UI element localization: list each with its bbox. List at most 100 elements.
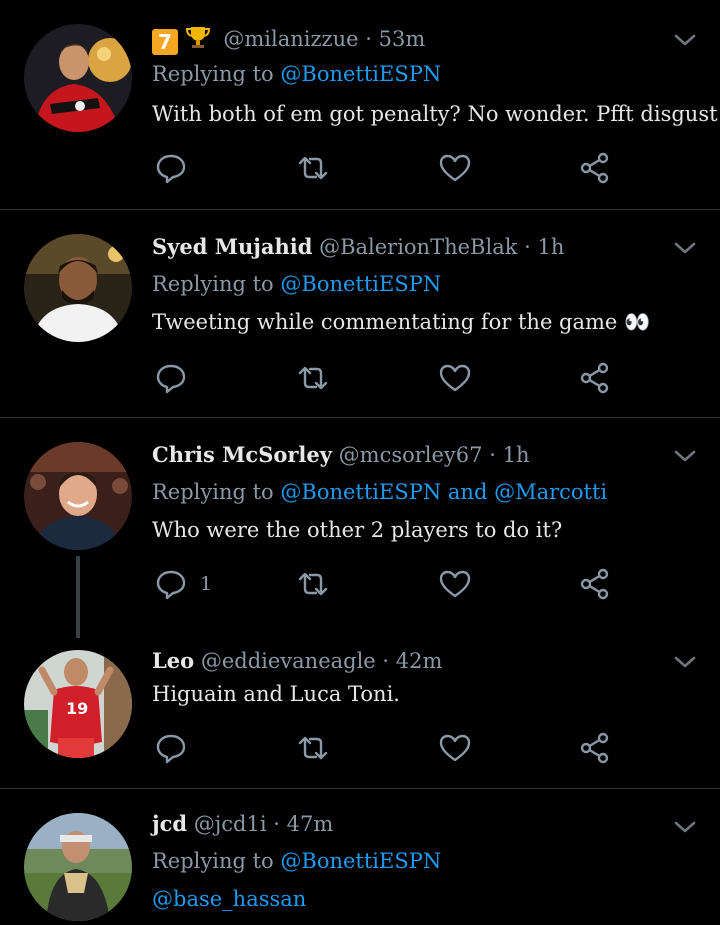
mention-link[interactable]: @BonettiESPN (280, 62, 441, 86)
tweet-5[interactable]: jcd @jcd1i · 47m Replying to @BonettiESP… (0, 789, 720, 925)
tweet-text: Tweeting while commentating for the game… (152, 310, 651, 334)
mention-link[interactable]: @BonettiESPN (280, 272, 441, 296)
tweet-1[interactable]: 7 @milanizzue · 53m Replying to @Bonetti… (0, 0, 720, 210)
replying-to-label: Replying to (152, 849, 281, 873)
user-handle[interactable]: @eddievaneagle (201, 649, 376, 673)
tweet-2[interactable]: Syed Mujahid @BalerionTheBlak · 1h Reply… (0, 210, 720, 418)
tweet-header: Syed Mujahid @BalerionTheBlak · 1h (152, 234, 564, 259)
separator-dot: · (365, 27, 372, 51)
reply-button[interactable] (154, 730, 188, 766)
tweet-actions (152, 730, 622, 770)
display-name[interactable]: Leo (152, 648, 194, 673)
tweet-actions: 1 (152, 566, 622, 606)
tweet-text[interactable]: @base_hassan (152, 887, 306, 911)
reply-icon (156, 364, 186, 394)
retweet-button[interactable] (296, 360, 330, 396)
replying-to: Replying to @BonettiESPN (152, 272, 441, 296)
replying-to-label: Replying to (152, 272, 281, 296)
like-button[interactable] (438, 150, 472, 186)
user-handle[interactable]: @jcd1i (194, 812, 267, 836)
tweet-header: Leo @eddievaneagle · 42m (152, 648, 442, 673)
timestamp[interactable]: 53m (379, 27, 426, 51)
like-icon (439, 570, 471, 598)
tweet-actions (152, 360, 622, 400)
replying-to-label: Replying to (152, 62, 281, 86)
share-button[interactable] (578, 360, 612, 396)
retweet-icon (298, 572, 328, 596)
reply-icon (156, 734, 186, 764)
avatar-image (24, 813, 132, 921)
timestamp[interactable]: 47m (287, 812, 334, 836)
retweet-button[interactable] (296, 150, 330, 186)
display-name[interactable]: Syed Mujahid (152, 234, 312, 259)
like-icon (439, 364, 471, 392)
avatar[interactable] (24, 24, 132, 132)
share-icon (580, 568, 609, 600)
timestamp[interactable]: 1h (503, 443, 530, 467)
display-name[interactable]: Chris McSorley (152, 442, 332, 467)
chevron-down-icon[interactable] (670, 817, 700, 837)
avatar[interactable]: 19 (24, 650, 132, 758)
share-icon (580, 732, 609, 764)
tweet-header: Chris McSorley @mcsorley67 · 1h (152, 442, 529, 467)
tweet-text: Who were the other 2 players to do it? (152, 518, 563, 542)
separator-dot: · (489, 443, 496, 467)
retweet-icon (298, 366, 328, 390)
like-icon (439, 734, 471, 762)
mention-link[interactable]: @Marcotti (494, 480, 607, 504)
separator-dot: · (382, 649, 390, 673)
replying-and-label: and (441, 480, 495, 504)
like-icon (439, 154, 471, 182)
share-button[interactable] (578, 566, 612, 602)
timestamp[interactable]: 42m (396, 649, 443, 673)
replying-to: Replying to @BonettiESPN (152, 62, 441, 86)
chevron-down-icon[interactable] (670, 30, 700, 50)
avatar[interactable] (24, 234, 132, 342)
reply-button[interactable]: 1 (154, 566, 212, 602)
share-icon (580, 152, 609, 184)
chevron-down-icon[interactable] (670, 238, 700, 258)
tweet-actions (152, 150, 622, 190)
share-button[interactable] (578, 150, 612, 186)
tweet-text: Higuain and Luca Toni. (152, 682, 400, 706)
tweet-text: With both of em got penalty? No wonder. … (152, 102, 718, 126)
replying-to: Replying to @BonettiESPN (152, 849, 441, 873)
retweet-button[interactable] (296, 730, 330, 766)
svg-text:19: 19 (66, 699, 88, 718)
user-handle[interactable]: @BalerionTheBlak (319, 235, 517, 259)
tweet-4[interactable]: 19 Leo @eddievaneagle · 42m Higuain and … (0, 628, 720, 788)
mention-link[interactable]: @BonettiESPN (280, 849, 441, 873)
separator-dot: · (524, 235, 531, 259)
user-handle[interactable]: @milanizzue (223, 27, 358, 51)
like-button[interactable] (438, 566, 472, 602)
reply-button[interactable] (154, 150, 188, 186)
avatar[interactable] (24, 813, 132, 921)
like-button[interactable] (438, 730, 472, 766)
retweet-icon (298, 736, 328, 760)
mention-link[interactable]: @BonettiESPN (280, 480, 441, 504)
tweet-header: jcd @jcd1i · 47m (152, 811, 333, 836)
user-handle[interactable]: @mcsorley67 (339, 443, 483, 467)
display-name[interactable]: jcd (152, 811, 187, 836)
chevron-down-icon[interactable] (670, 652, 700, 672)
trophy-icon (185, 27, 210, 48)
separator-dot: · (273, 812, 280, 836)
avatar-image: 19 (24, 650, 132, 758)
replying-to-label: Replying to (152, 480, 281, 504)
retweet-button[interactable] (296, 566, 330, 602)
reply-icon (156, 570, 186, 600)
timestamp[interactable]: 1h (538, 235, 565, 259)
tweet-3[interactable]: Chris McSorley @mcsorley67 · 1h Replying… (0, 418, 720, 638)
reply-button[interactable] (154, 360, 188, 396)
share-icon (580, 362, 609, 394)
keycap-7-icon: 7 (152, 29, 178, 55)
share-button[interactable] (578, 730, 612, 766)
tweet-header: 7 @milanizzue · 53m (152, 24, 425, 55)
thread-line (76, 556, 80, 638)
reply-count: 1 (200, 573, 213, 595)
chevron-down-icon[interactable] (670, 446, 700, 466)
like-button[interactable] (438, 360, 472, 396)
retweet-icon (298, 156, 328, 180)
tweet-feed: 7 @milanizzue · 53m Replying to @Bonetti… (0, 0, 720, 925)
avatar[interactable] (24, 442, 132, 550)
